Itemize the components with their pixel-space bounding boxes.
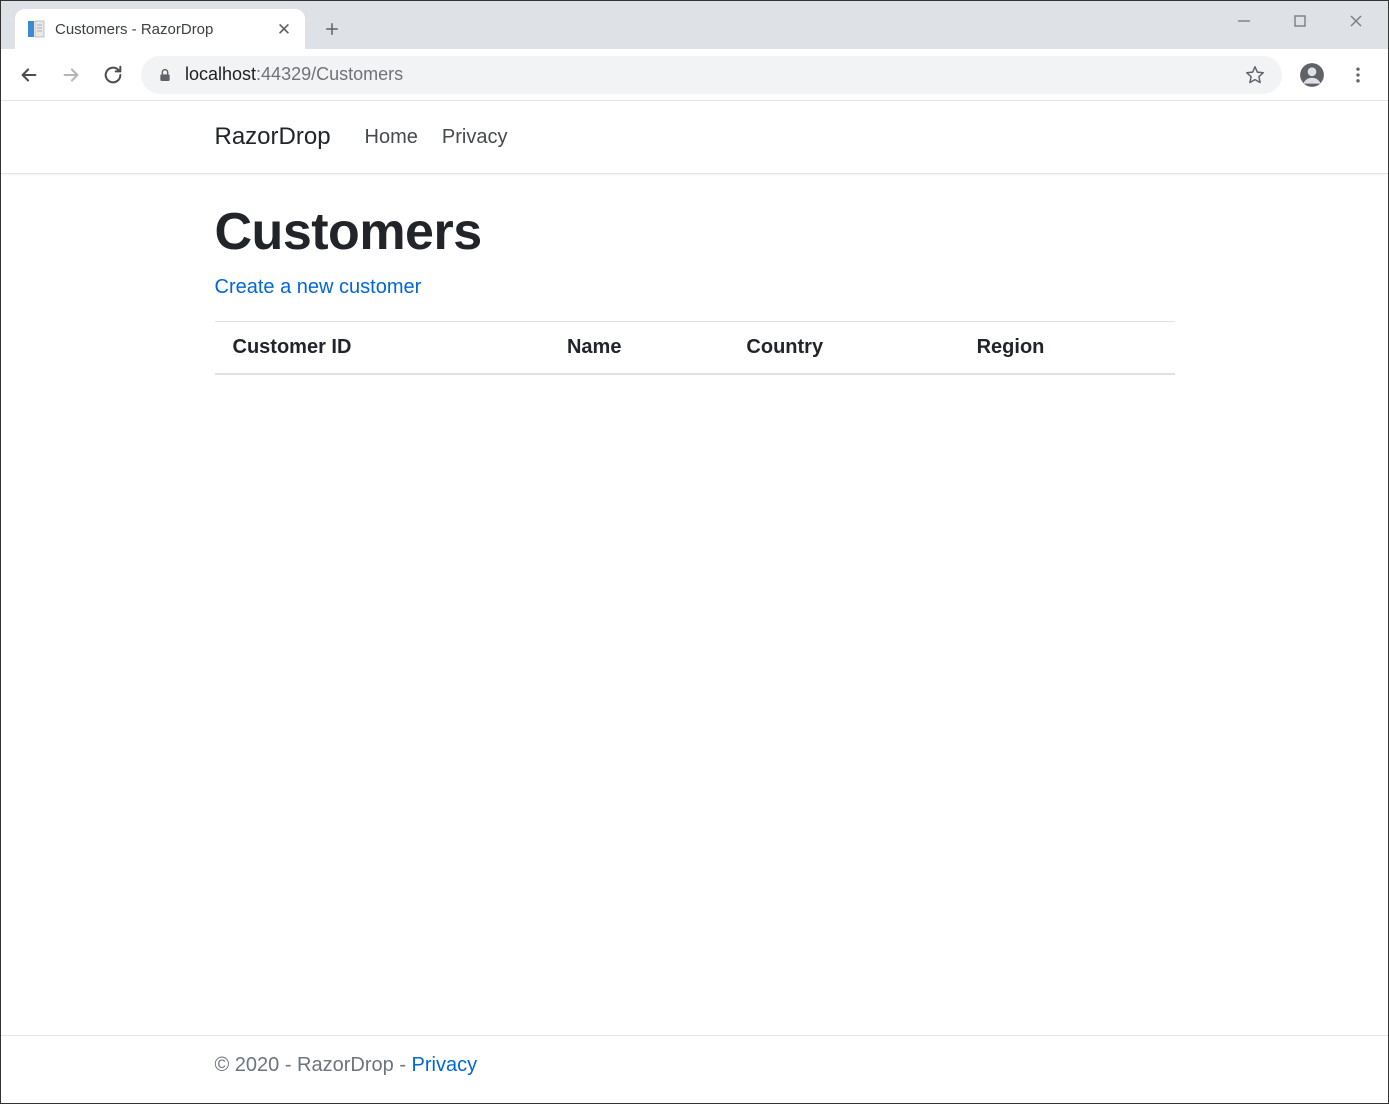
lock-icon (157, 67, 173, 83)
tab-strip: Customers - RazorDrop ✕ (1, 1, 1388, 49)
bookmark-star-icon[interactable] (1244, 64, 1266, 86)
main-content: Customers Create a new customer Customer… (1, 174, 1388, 1035)
url-host: localhost (185, 64, 256, 84)
favicon-icon (27, 20, 45, 38)
window-close-button[interactable] (1328, 1, 1384, 41)
forward-button[interactable] (57, 61, 85, 89)
navbar: RazorDrop Home Privacy (215, 101, 1175, 173)
tab-title: Customers - RazorDrop (55, 21, 265, 38)
window-controls (1216, 1, 1384, 41)
brand[interactable]: RazorDrop (215, 123, 331, 151)
browser-menu-button[interactable] (1342, 59, 1374, 91)
customers-table: Customer ID Name Country Region (215, 321, 1175, 375)
col-country: Country (734, 322, 964, 375)
address-bar[interactable]: localhost:44329/Customers (141, 56, 1282, 94)
col-customer-id: Customer ID (215, 322, 555, 375)
back-button[interactable] (15, 61, 43, 89)
new-tab-button[interactable] (315, 12, 349, 46)
site-header: RazorDrop Home Privacy (1, 101, 1388, 174)
footer-privacy-link[interactable]: Privacy (412, 1054, 478, 1076)
footer-text: © 2020 - RazorDrop - (215, 1054, 412, 1076)
browser-tab[interactable]: Customers - RazorDrop ✕ (15, 9, 305, 49)
col-region: Region (965, 322, 1175, 375)
create-customer-link[interactable]: Create a new customer (215, 276, 422, 298)
nav-links: Home Privacy (365, 126, 508, 149)
page-viewport: RazorDrop Home Privacy Customers Create … (1, 101, 1388, 1103)
page-title: Customers (215, 202, 1175, 262)
url-path: :44329/Customers (256, 64, 403, 84)
url-text: localhost:44329/Customers (185, 64, 1232, 85)
nav-link-home[interactable]: Home (365, 126, 418, 149)
window-minimize-button[interactable] (1216, 1, 1272, 41)
profile-button[interactable] (1296, 59, 1328, 91)
window-maximize-button[interactable] (1272, 1, 1328, 41)
close-tab-icon[interactable]: ✕ (275, 21, 293, 38)
col-name: Name (555, 322, 734, 375)
browser-toolbar: localhost:44329/Customers (1, 49, 1388, 101)
nav-link-privacy[interactable]: Privacy (442, 126, 508, 149)
site-footer: © 2020 - RazorDrop - Privacy (1, 1035, 1388, 1103)
browser-chrome: Customers - RazorDrop ✕ (1, 1, 1388, 101)
table-header-row: Customer ID Name Country Region (215, 322, 1175, 375)
reload-button[interactable] (99, 61, 127, 89)
